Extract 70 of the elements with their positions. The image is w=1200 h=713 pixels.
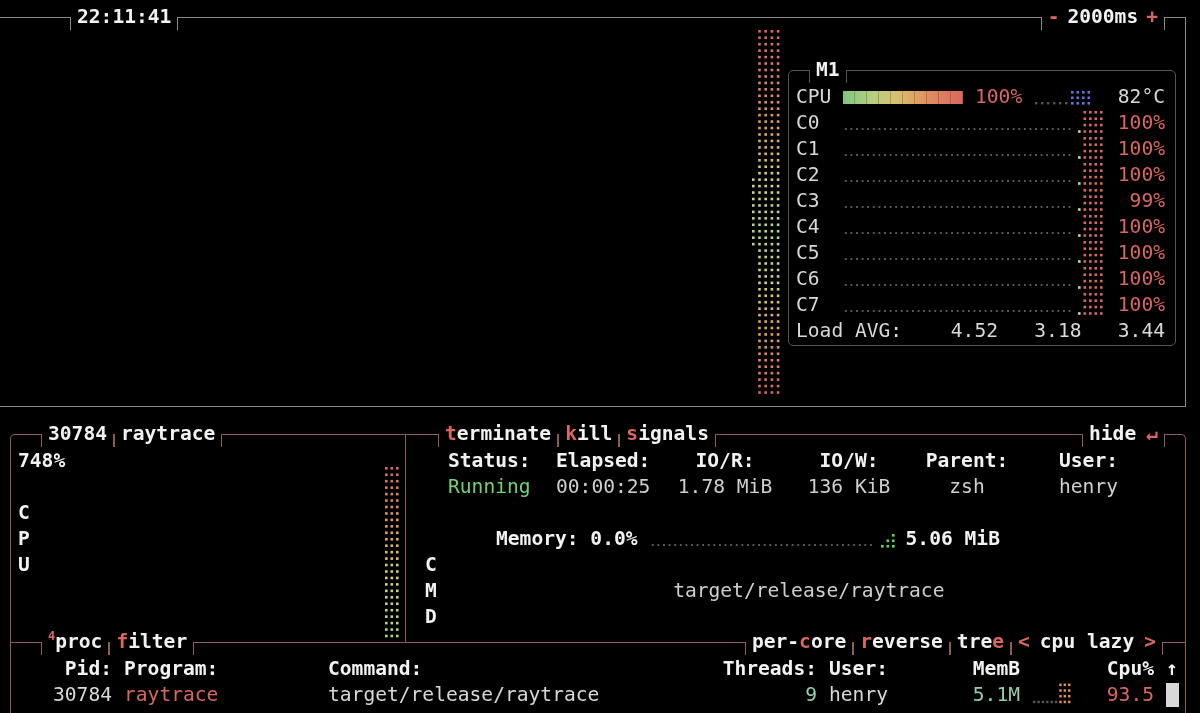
field-label: IO/W: <box>818 448 880 474</box>
core-percent: 100% <box>1116 110 1165 136</box>
interval-decrease-button[interactable]: - <box>1047 5 1060 28</box>
core-label: C2 <box>796 162 821 188</box>
core-label: C6 <box>796 266 821 292</box>
load-average-value: 4.52 <box>949 318 998 344</box>
field-value: 00:00:25 <box>556 474 652 500</box>
load-average-value: 3.18 <box>1033 318 1082 344</box>
action-tab[interactable]: kill <box>558 421 620 447</box>
filter-tab[interactable]: filter <box>109 629 195 655</box>
field-label: User: <box>1058 448 1119 474</box>
table-cell-text: 93.5 <box>1105 682 1154 708</box>
action-tab[interactable]: signals <box>619 421 716 447</box>
table-cell-text: 30784 <box>52 682 112 708</box>
column-header[interactable]: User: <box>829 656 949 682</box>
cpu-label: CPU <box>796 84 832 110</box>
proc-tab[interactable]: $^{4}$proc <box>41 629 110 655</box>
field-value: 136 KiB <box>806 474 892 500</box>
hide-button[interactable]: hide <box>1089 422 1137 445</box>
enter-icon: ↵ <box>1146 422 1158 445</box>
core-percent: 100% <box>1116 240 1165 266</box>
cpu-axis-label: CPU <box>18 500 31 578</box>
update-interval: 2000ms <box>1067 5 1139 28</box>
core-label: C0 <box>796 110 821 136</box>
cpu-percent: 100% <box>975 84 1023 110</box>
table-cell-text: 5.1M <box>971 682 1020 708</box>
table-cell-text: target/release/raytrace <box>328 682 601 708</box>
memory-reading: 5.06 MiB <box>905 526 1000 552</box>
column-header[interactable]: Pid: <box>20 656 112 682</box>
core-label: C3 <box>796 188 821 214</box>
field-value: 1.78 MiB <box>676 474 774 500</box>
field-label: Parent: <box>924 448 1010 474</box>
core-percent: 100% <box>1116 136 1165 162</box>
table-cell-text: 9 <box>804 682 817 708</box>
table-cell-text: henry <box>829 682 889 708</box>
temperature-reading: 82°C <box>1116 84 1165 110</box>
core-label: C5 <box>796 240 821 266</box>
load-average-value: 3.44 <box>1116 318 1165 344</box>
column-header[interactable]: MemB <box>961 656 1020 682</box>
field-value: henry <box>1058 474 1119 500</box>
core-label: C7 <box>796 292 821 318</box>
column-header[interactable]: Threads: <box>710 656 817 682</box>
cmd-axis-label: CMD <box>425 552 438 630</box>
memory-label: Memory: 0.0% <box>496 526 638 552</box>
sort-arrow-icon: ↑ <box>1166 656 1180 682</box>
core-percent: 100% <box>1116 266 1165 292</box>
core-percent: 100% <box>1116 162 1165 188</box>
action-tab[interactable]: terminate <box>438 421 559 447</box>
core-percent: 100% <box>1116 292 1165 318</box>
interval-increase-button[interactable]: + <box>1146 5 1158 28</box>
sort-mode-label: cpu lazy <box>1039 630 1135 653</box>
core-percent: 100% <box>1116 214 1165 240</box>
core-label: C1 <box>796 136 821 162</box>
sort-previous-button[interactable]: < <box>1018 630 1030 653</box>
field-label: Elapsed: <box>556 448 652 474</box>
column-header[interactable]: Command: <box>328 656 698 682</box>
table-cell-text: raytrace <box>124 682 220 708</box>
field-label: IO/R: <box>694 448 756 474</box>
field-value: zsh <box>948 474 986 500</box>
field-label: Status: <box>448 448 532 474</box>
process-cpu-percent: 748% <box>18 448 67 474</box>
command-text: target/release/raytrace <box>673 579 945 602</box>
core-percent: 99% <box>1128 188 1165 214</box>
column-header[interactable]: Program: <box>124 656 316 682</box>
scrollbar-thumb[interactable] <box>1166 683 1179 707</box>
column-header[interactable]: Cpu% <box>1032 656 1154 682</box>
sort-next-button[interactable]: > <box>1144 630 1156 653</box>
load-average-label: Load AVG: <box>796 318 904 344</box>
status-value: Running <box>448 474 532 500</box>
core-label: C4 <box>796 214 821 240</box>
